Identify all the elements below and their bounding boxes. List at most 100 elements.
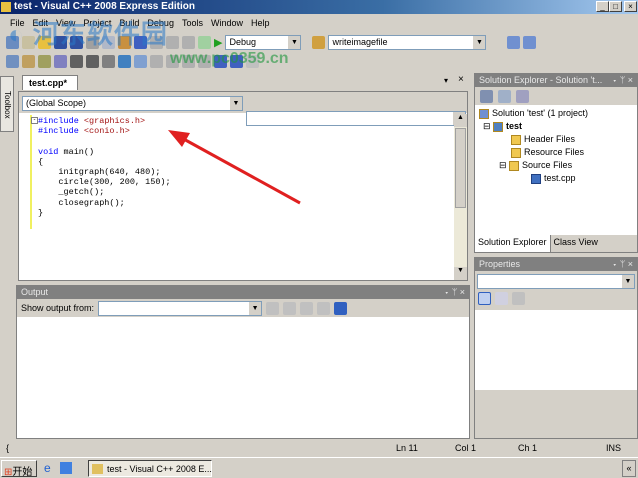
word-wrap-icon[interactable]: [334, 301, 348, 315]
tree-header-files[interactable]: Header Files: [479, 133, 633, 146]
task-label: test - Visual C++ 2008 E...: [107, 464, 212, 474]
output-panel-controls[interactable]: ▾ ᛘ ×: [444, 286, 465, 299]
scroll-up-icon[interactable]: ▲: [454, 114, 467, 127]
grid-icon[interactable]: [507, 35, 521, 49]
property-pages-icon[interactable]: [512, 292, 525, 305]
outdent-icon[interactable]: [70, 54, 83, 68]
tab-class-view[interactable]: Class View: [551, 235, 601, 252]
code-line: #include <graphics.h>: [38, 116, 171, 126]
code-keyword: void: [38, 146, 59, 157]
vertical-scrollbar[interactable]: ▲ ▼: [454, 114, 467, 280]
output-panel: Output ▾ ᛘ × Show output from: ▼: [16, 285, 470, 439]
solution-icon: [479, 108, 489, 119]
tree-source-files[interactable]: ⊟ Source Files: [479, 159, 633, 172]
taskbar-window-button[interactable]: test - Visual C++ 2008 E...: [88, 460, 212, 477]
toolbox-tab[interactable]: Toolbox: [0, 76, 14, 132]
chevron-down-icon: ▼: [230, 97, 242, 110]
panel-controls[interactable]: ▾ ᛘ ×: [612, 258, 633, 271]
tree-solution[interactable]: Solution 'test' (1 project): [479, 107, 633, 120]
start-button[interactable]: ⊞开始: [1, 460, 37, 478]
close-button[interactable]: ×: [624, 1, 637, 12]
folder-icon: [511, 147, 521, 158]
collapse-icon[interactable]: -: [31, 117, 38, 124]
view-code-icon[interactable]: [516, 89, 529, 103]
status-insert-mode: INS: [606, 443, 622, 453]
chevron-down-icon: ▼: [622, 275, 634, 288]
scope-select[interactable]: (Global Scope) ▼: [22, 96, 243, 111]
properties-icon[interactable]: [480, 89, 493, 103]
tray-expand-button[interactable]: «: [622, 460, 636, 477]
parameter-info-icon[interactable]: [22, 54, 35, 68]
scroll-thumb[interactable]: [455, 128, 466, 208]
quick-info-icon[interactable]: [38, 54, 51, 68]
find-message-icon[interactable]: [266, 301, 280, 315]
solution-explorer-title-bar: Solution Explorer - Solution 't... ▾ ᛘ ×: [475, 74, 637, 87]
comment-icon[interactable]: [102, 54, 115, 68]
status-bar: { Ln 11 Col 1 Ch 1 INS: [0, 440, 638, 456]
code-lines: #include <graphics.h> #include <conio.h> v…: [38, 116, 171, 218]
code-text: initgraph(640, 480);: [38, 166, 161, 177]
show-desktop-icon[interactable]: [60, 462, 72, 474]
code-line: }: [38, 208, 171, 218]
word-complete-icon[interactable]: [54, 54, 67, 68]
uncomment-icon[interactable]: [118, 54, 131, 68]
window-title: test - Visual C++ 2008 Express Edition: [14, 1, 196, 12]
scroll-down-icon[interactable]: ▼: [454, 267, 467, 280]
find-select[interactable]: writeimagefile ▼: [328, 34, 487, 50]
status-column: Col 1: [455, 443, 477, 453]
properties-grid: [475, 310, 637, 390]
tab-dropdown-icon[interactable]: ▾: [444, 76, 448, 85]
folder-label: Source Files: [522, 160, 573, 170]
minimize-button[interactable]: _: [596, 1, 609, 12]
configuration-select[interactable]: Debug ▼: [225, 34, 302, 50]
start-debug-icon[interactable]: ▶: [214, 36, 222, 49]
alphabetical-icon[interactable]: [495, 292, 508, 305]
tree-resource-files[interactable]: Resource Files: [479, 146, 633, 159]
categorized-icon[interactable]: [478, 292, 491, 305]
project-label: test: [506, 121, 523, 131]
vs-icon: [92, 464, 103, 474]
configuration-value: Debug: [229, 36, 256, 47]
start-without-debug-icon[interactable]: [198, 35, 211, 49]
ie-icon[interactable]: e: [44, 461, 51, 475]
bookmark-icon[interactable]: [134, 54, 147, 68]
menu-help[interactable]: Help: [247, 15, 274, 31]
clear-all-icon[interactable]: [317, 301, 331, 315]
properties-object-select[interactable]: ▼: [477, 274, 635, 289]
tab-test-cpp[interactable]: test.cpp*: [22, 75, 78, 90]
restore-button[interactable]: □: [609, 1, 622, 12]
code-text: _getch();: [38, 187, 105, 198]
member-select[interactable]: ▼: [246, 111, 466, 126]
panel-controls[interactable]: ▾ ᛘ ×: [612, 74, 633, 87]
indent-icon[interactable]: [86, 54, 99, 68]
navigate-forward-icon[interactable]: [182, 35, 195, 49]
close-document-icon[interactable]: ×: [458, 74, 464, 85]
members-icon[interactable]: [6, 54, 19, 68]
tab-label: Class View: [553, 237, 598, 247]
solution-explorer-title: Solution Explorer - Solution 't...: [479, 75, 603, 85]
folder-label: Resource Files: [524, 147, 585, 157]
code-line: closegraph();: [38, 198, 171, 208]
prev-message-icon[interactable]: [283, 301, 297, 315]
tab-solution-explorer[interactable]: Solution Explorer: [475, 235, 551, 252]
code-text: }: [38, 207, 44, 218]
show-all-files-icon[interactable]: [498, 89, 511, 103]
tree-project[interactable]: ⊟ test: [479, 120, 633, 133]
menu-window[interactable]: Window: [207, 15, 247, 31]
navigate-back-icon[interactable]: [166, 35, 179, 49]
output-source-select[interactable]: ▼: [98, 300, 263, 316]
grid-icon-2[interactable]: [523, 35, 537, 49]
chevron-down-icon: ▼: [249, 301, 262, 315]
chevron-down-icon: ▼: [473, 35, 486, 49]
next-message-icon[interactable]: [300, 301, 314, 315]
cpp-file-icon: [531, 173, 541, 184]
find-in-files-icon[interactable]: [312, 35, 326, 49]
show-output-label: Show output from:: [21, 303, 95, 313]
code-keyword: #include: [38, 126, 79, 137]
code-line: void main(): [38, 147, 171, 157]
menu-tools[interactable]: Tools: [178, 15, 207, 31]
tree-file-test-cpp[interactable]: test.cpp: [479, 172, 633, 185]
prev-bookmark-icon[interactable]: [150, 54, 163, 68]
chevron-down-icon: ▼: [288, 35, 301, 49]
